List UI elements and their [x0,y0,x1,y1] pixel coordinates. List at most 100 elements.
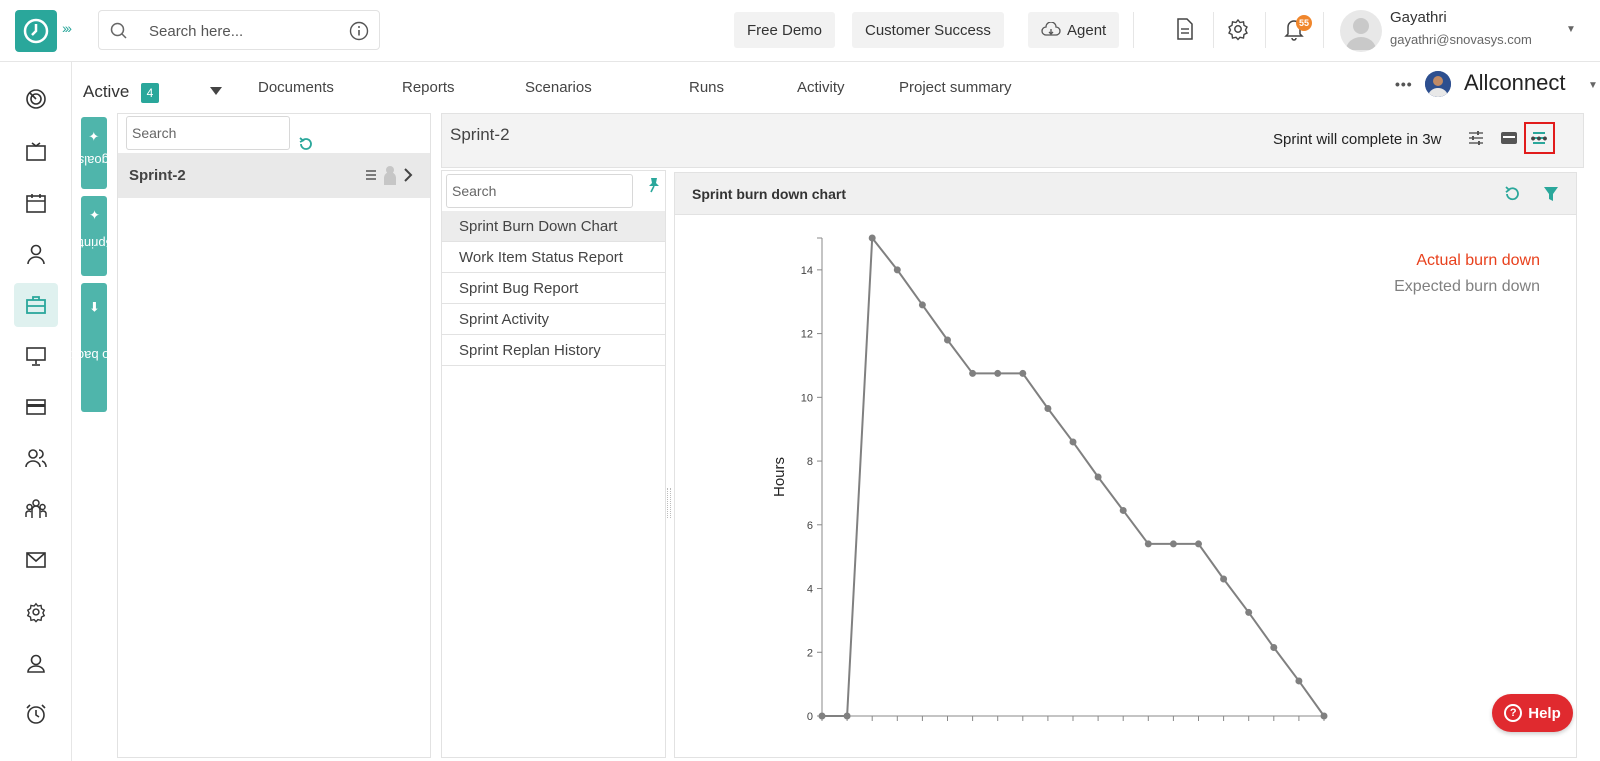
more-options-button[interactable]: ••• [1524,122,1555,154]
free-demo-button[interactable]: Free Demo [734,12,836,48]
data-point [1245,608,1253,616]
user-name: Gayathri [1390,9,1447,26]
nav-settings-icon[interactable] [14,590,58,634]
y-tick-label: 0 [807,711,813,723]
y-tick-label: 2 [807,647,813,659]
pin-icon[interactable] [647,177,661,193]
menu-icon[interactable] [365,169,377,181]
y-axis-label: Hours [771,457,788,497]
active-dropdown-caret-icon[interactable] [209,86,223,96]
filter-icon[interactable] [1543,185,1559,203]
report-search-input[interactable] [446,174,633,208]
nav-users-icon[interactable] [14,436,58,480]
settings-gear-icon[interactable] [1226,17,1250,41]
tab-runs[interactable]: Runs [689,79,724,96]
project-avatar [1425,71,1451,97]
sprint-search-input[interactable] [126,116,290,150]
tab-activity[interactable]: Activity [797,79,845,96]
nav-mail-icon[interactable] [14,538,58,582]
data-point [1094,473,1102,481]
board-view-icon[interactable] [1500,130,1518,146]
data-point [1220,575,1228,583]
legend-entry: Actual burn down [1416,252,1540,269]
data-point [1144,540,1152,548]
data-point [994,369,1002,377]
refresh-icon[interactable] [298,136,314,152]
expand-menu-icon[interactable]: ››› [62,20,72,36]
sprint-name: Sprint-2 [129,167,186,184]
user-avatar[interactable] [1340,10,1382,52]
series-line [822,235,1325,717]
chart-panel-title: Sprint burn down chart [692,186,846,202]
global-search-input[interactable] [149,20,339,42]
report-item-sprint-bug-report[interactable]: Sprint Bug Report [442,273,665,304]
nav-profile-icon[interactable] [14,641,58,685]
more-options-icon[interactable]: ••• [1395,76,1413,92]
nav-tv-icon[interactable] [14,130,58,174]
data-point [893,266,901,274]
nav-calendar-icon[interactable] [14,181,58,225]
refresh-icon[interactable] [1503,185,1521,203]
nav-projects-briefcase-icon[interactable] [14,283,58,327]
question-icon: ? [1504,704,1523,722]
help-label: Help [1528,704,1561,722]
sprint-status-text: Sprint will complete in 3w [1273,131,1442,148]
sprint-row-actions [365,165,413,185]
tab-documents[interactable]: Documents [258,79,334,96]
divider [1133,12,1134,48]
report-item-sprint-activity[interactable]: Sprint Activity [442,304,665,335]
tab-scenarios[interactable]: Scenarios [525,79,592,96]
nav-monitor-icon[interactable] [14,334,58,378]
y-tick-label: 14 [801,265,813,277]
data-point [1169,540,1177,548]
sprint-row[interactable]: Sprint-2 [118,153,430,198]
nav-user-icon[interactable] [14,232,58,276]
goals-tab-label: goals [77,152,110,168]
project-caret-icon[interactable]: ▼ [1588,80,1598,91]
go-to-backlog-side-tab[interactable]: Go to backlog ⬆ [53,283,134,412]
document-icon[interactable] [1174,17,1196,41]
burn-down-chart: 0 2 4 6 8 10 12 14 Hours Actual burn down Expected… [771,234,1540,723]
agent-button[interactable]: Agent [1028,12,1120,48]
arrow-up-icon: ⬆ [88,298,100,314]
report-list-panel: Sprint Burn Down Chart Work Item Status … [441,170,666,758]
y-tick-label: 6 [807,520,813,532]
sprints-side-tab[interactable]: Sprints ✦ [73,196,114,276]
nav-team-icon[interactable] [14,487,58,531]
data-point [1295,677,1303,685]
search-icon [110,22,127,39]
y-tick-label: 12 [801,329,813,341]
assignee-icon[interactable] [383,165,397,185]
data-point [1195,540,1202,548]
tab-project-summary[interactable]: Project summary [899,79,1012,96]
customer-success-button[interactable]: Customer Success [852,12,1004,48]
chevron-right-icon[interactable] [403,168,413,182]
data-point [1119,506,1127,514]
y-tick-label: 4 [807,584,813,596]
pin-icon: ✦ [88,206,100,222]
app-logo-icon[interactable] [15,10,57,52]
info-icon[interactable] [349,21,369,41]
report-item-sprint-replan-history[interactable]: Sprint Replan History [442,335,665,366]
sprint-header: Sprint-2 Sprint will complete in 3w ••• [441,113,1584,168]
data-point [1270,643,1278,651]
data-point [1019,369,1027,377]
nav-card-icon[interactable] [14,385,58,429]
goals-side-tab[interactable]: goals ✦ [77,117,110,189]
project-name[interactable]: Allconnect [1464,70,1566,96]
data-point [969,369,977,377]
nav-alarm-clock-icon[interactable] [14,692,58,736]
report-item-work-item-status[interactable]: Work Item Status Report [442,242,665,273]
data-point [1320,712,1328,720]
user-menu-caret-icon[interactable]: ▼ [1566,24,1576,35]
agent-button-label: Agent [1067,21,1107,39]
divider [1323,12,1324,48]
help-button[interactable]: ? Help [1492,694,1573,732]
tab-reports[interactable]: Reports [402,79,455,96]
sliders-icon[interactable] [1468,130,1484,146]
nav-dashboard-icon[interactable] [14,77,58,121]
report-item-sprint-burn-down-chart[interactable]: Sprint Burn Down Chart [442,211,665,242]
panel-resize-handle[interactable] [667,488,671,518]
active-filter-label[interactable]: Active [83,82,129,102]
pin-icon: ✦ [88,128,100,144]
